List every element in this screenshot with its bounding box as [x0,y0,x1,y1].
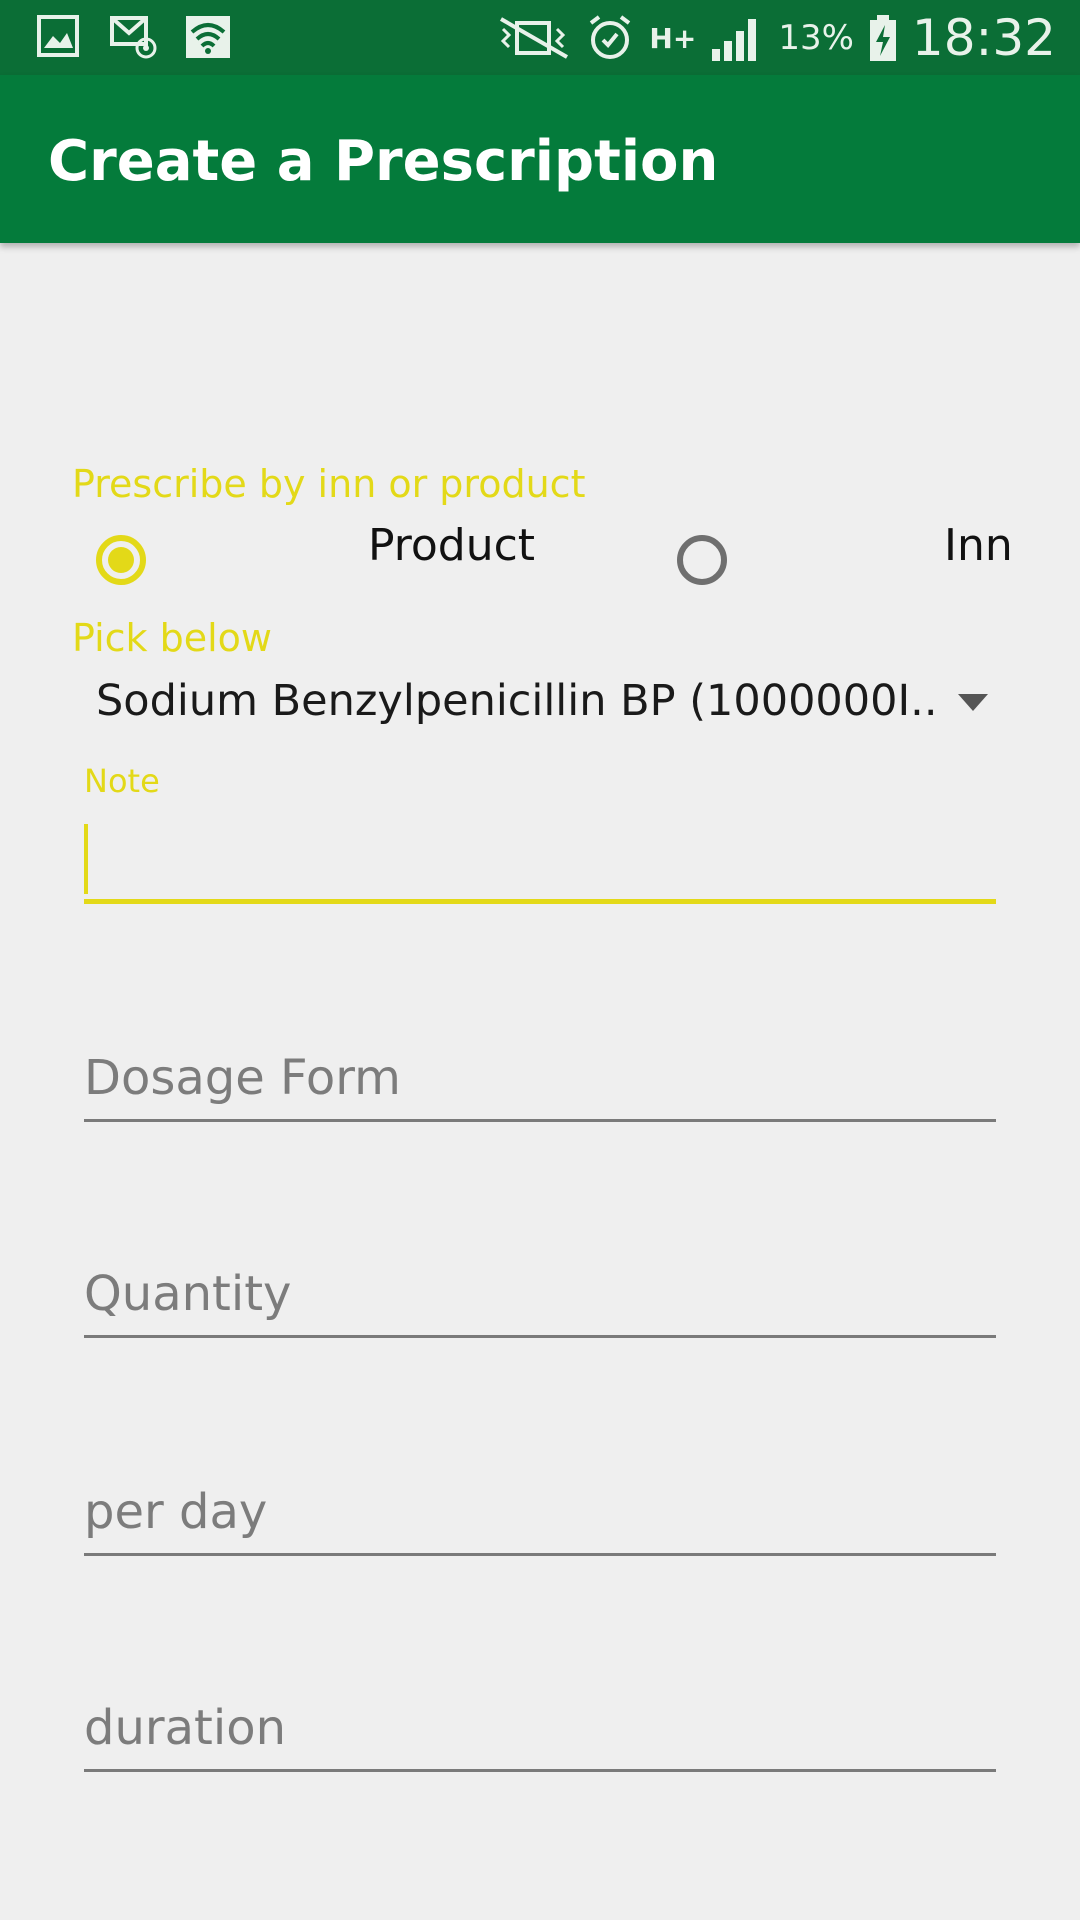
duration-placeholder: duration [84,1700,286,1756]
dropdown-arrow-icon [958,694,988,711]
radio-product-label[interactable]: Product [368,520,535,571]
pick-below-label: Pick below [72,616,273,660]
note-label: Note [84,762,160,800]
app-bar: Create a Prescription [0,75,1080,243]
dosage-form-placeholder: Dosage Form [84,1050,401,1106]
per-day-input[interactable]: per day [84,1476,996,1556]
email-icon [110,16,157,59]
battery-percent: 13% [778,18,854,58]
clock: 18:32 [911,9,1056,67]
text-cursor [84,824,88,894]
gallery-icon [37,15,79,57]
quantity-placeholder: Quantity [84,1266,292,1322]
per-day-placeholder: per day [84,1484,268,1540]
radio-product[interactable] [96,535,146,585]
duration-input[interactable]: duration [84,1692,996,1772]
quantity-input[interactable]: Quantity [84,1258,996,1338]
page-title: Create a Prescription [48,129,719,194]
spinner-selected-value: Sodium Benzylpenicillin BP (1000000I.. [96,676,938,726]
battery-charging-icon [869,15,896,61]
mute-icon [500,17,569,59]
status-bar: H+ 13% 18:32 [0,0,1080,75]
network-type-icon: H+ [649,21,697,55]
notification-icons [36,14,232,60]
dosage-form-input[interactable]: Dosage Form [84,1042,996,1122]
signal-icon [712,19,757,61]
radio-product-selected-dot [108,547,134,573]
wifi-icon [186,16,230,58]
note-input[interactable] [84,820,996,904]
radio-inn[interactable] [677,535,727,585]
system-icons: H+ 13% 18:32 [497,6,1056,70]
product-spinner[interactable]: Sodium Benzylpenicillin BP (1000000I.. [96,672,996,740]
alarm-icon [590,15,631,59]
prescribe-by-label: Prescribe by inn or product [72,462,586,506]
radio-inn-label[interactable]: Inn [944,520,1013,571]
